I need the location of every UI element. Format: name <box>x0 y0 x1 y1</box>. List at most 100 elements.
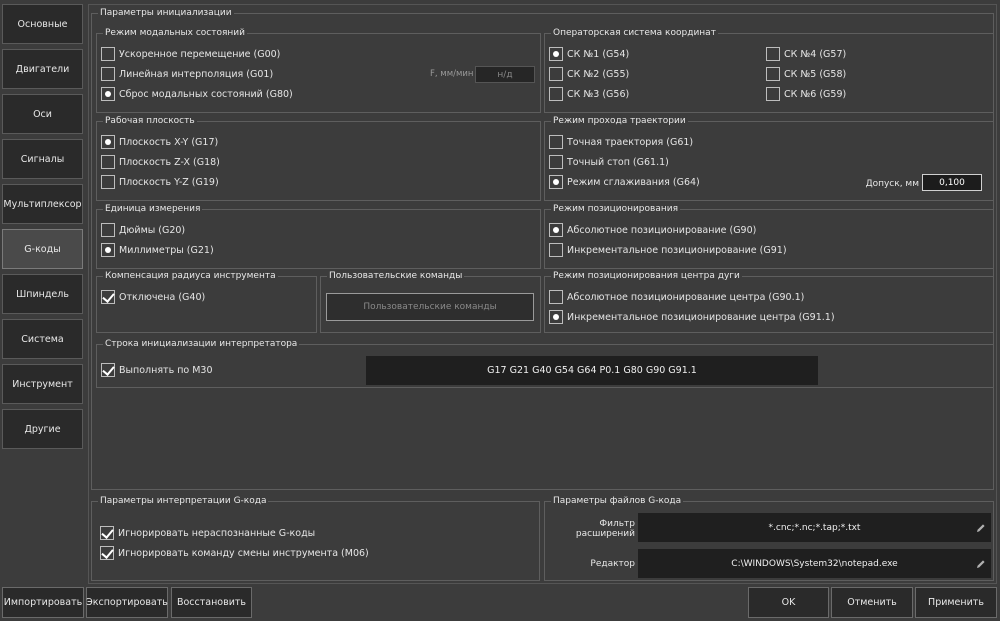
pencil-icon[interactable] <box>976 559 986 569</box>
radio-button[interactable] <box>766 87 780 101</box>
init-string-input[interactable]: G17 G21 G40 G54 G64 P0.1 G80 G90 G91.1 <box>366 356 818 385</box>
sidebar-item-other[interactable]: Другие <box>2 409 83 449</box>
filter-label: Фильтр расширений <box>575 519 635 539</box>
editor-label: Редактор <box>590 559 635 569</box>
radius-comp-group: Компенсация радиуса инструмента Отключен… <box>96 271 317 333</box>
g911-radio[interactable]: Инкрементальное позиционирование центра … <box>549 309 835 325</box>
g17-radio[interactable]: Плоскость X-Y (G17) <box>101 134 218 150</box>
positioning-title: Режим позиционирования <box>551 204 680 215</box>
sidebar-item-motors[interactable]: Двигатели <box>2 49 83 89</box>
work-plane-title: Рабочая плоскость <box>103 116 197 127</box>
radio-button[interactable] <box>549 175 563 189</box>
g61-radio[interactable]: Точная траектория (G61) <box>549 134 693 150</box>
radio-button[interactable] <box>101 47 115 61</box>
g611-radio[interactable]: Точный стоп (G61.1) <box>549 154 669 170</box>
sidebar-item-system[interactable]: Система <box>2 319 83 359</box>
g21-radio[interactable]: Миллиметры (G21) <box>101 242 214 258</box>
apply-button[interactable]: Применить <box>915 587 997 618</box>
sidebar-item-multiplexer[interactable]: Мультиплексор <box>2 184 83 224</box>
custom-commands-title: Пользовательские команды <box>327 271 465 282</box>
radio-button[interactable] <box>101 135 115 149</box>
radio-button[interactable] <box>766 67 780 81</box>
ok-button[interactable]: OK <box>748 587 829 618</box>
modal-states-title: Режим модальных состояний <box>103 28 247 39</box>
radio-button[interactable] <box>549 243 563 257</box>
g56-radio[interactable]: СК №3 (G56) <box>549 86 629 102</box>
export-button[interactable]: Экспортировать <box>86 587 168 618</box>
sidebar-item-tool[interactable]: Инструмент <box>2 364 83 404</box>
editor-input[interactable]: C:\WINDOWS\System32\notepad.exe <box>638 549 991 578</box>
g19-radio[interactable]: Плоскость Y-Z (G19) <box>101 174 219 190</box>
m30-checkbox[interactable]: Выполнять по M30 <box>101 362 213 378</box>
radio-button[interactable] <box>101 155 115 169</box>
radio-button[interactable] <box>101 175 115 189</box>
g01-radio[interactable]: Линейная интерполяция (G01) <box>101 66 273 82</box>
tolerance-label: Допуск, мм <box>865 179 919 189</box>
init-params-title: Параметры инициализации <box>98 8 234 19</box>
checkbox[interactable] <box>100 526 114 540</box>
g91-radio[interactable]: Инкрементальное позиционирование (G91) <box>549 242 787 258</box>
import-button[interactable]: Импортировать <box>2 587 84 618</box>
units-group: Единица измерения Дюймы (G20) Миллиметры… <box>96 204 541 269</box>
g80-radio[interactable]: Сброс модальных состояний (G80) <box>101 86 293 102</box>
checkbox[interactable] <box>100 546 114 560</box>
sidebar-item-gcodes[interactable]: G-коды <box>2 229 83 269</box>
g20-radio[interactable]: Дюймы (G20) <box>101 222 185 238</box>
radius-comp-title: Компенсация радиуса инструмента <box>103 271 278 282</box>
radio-button[interactable] <box>101 87 115 101</box>
radio-button[interactable] <box>101 243 115 257</box>
positioning-group: Режим позиционирования Абсолютное позици… <box>544 204 994 269</box>
radio-button[interactable] <box>549 87 563 101</box>
g00-radio[interactable]: Ускоренное перемещение (G00) <box>101 46 280 62</box>
pencil-icon[interactable] <box>976 523 986 533</box>
work-plane-group: Рабочая плоскость Плоскость X-Y (G17) Пл… <box>96 116 541 201</box>
file-params-title: Параметры файлов G-кода <box>551 496 684 507</box>
g55-radio[interactable]: СК №2 (G55) <box>549 66 629 82</box>
init-string-title: Строка инициализации интерпретатора <box>103 339 300 350</box>
arc-center-title: Режим позиционирования центра дуги <box>551 271 742 282</box>
sidebar-item-spindle[interactable]: Шпиндель <box>2 274 83 314</box>
filter-input[interactable]: *.cnc;*.nc;*.tap;*.txt <box>638 513 991 542</box>
editor-value: C:\WINDOWS\System32\notepad.exe <box>731 558 898 569</box>
sidebar: Основные Двигатели Оси Сигналы Мультипле… <box>0 0 86 621</box>
radio-button[interactable] <box>549 223 563 237</box>
g18-radio[interactable]: Плоскость Z-X (G18) <box>101 154 220 170</box>
g90-radio[interactable]: Абсолютное позиционирование (G90) <box>549 222 756 238</box>
ignore-unknown-checkbox[interactable]: Игнорировать нераспознанные G-коды <box>100 525 315 541</box>
sidebar-item-basic[interactable]: Основные <box>2 4 83 44</box>
radio-button[interactable] <box>549 155 563 169</box>
feed-input[interactable]: н/д <box>475 66 535 83</box>
sidebar-item-signals[interactable]: Сигналы <box>2 139 83 179</box>
g54-radio[interactable]: СК №1 (G54) <box>549 46 629 62</box>
settings-panel: Параметры инициализации Режим модальных … <box>88 4 997 584</box>
custom-commands-button[interactable]: Пользовательские команды <box>326 293 534 321</box>
tolerance-input[interactable]: 0,100 <box>922 174 982 191</box>
interp-params-title: Параметры интерпретации G-кода <box>98 496 269 507</box>
units-title: Единица измерения <box>103 204 203 215</box>
g59-radio[interactable]: СК №6 (G59) <box>766 86 846 102</box>
g901-radio[interactable]: Абсолютное позиционирование центра (G90.… <box>549 289 804 305</box>
ignore-m06-checkbox[interactable]: Игнорировать команду смены инструмента (… <box>100 545 369 561</box>
radio-button[interactable] <box>549 47 563 61</box>
g64-radio[interactable]: Режим сглаживания (G64) <box>549 174 700 190</box>
coord-system-title: Операторская система координат <box>551 28 718 39</box>
custom-commands-group: Пользовательские команды Пользовательски… <box>320 271 541 333</box>
file-params-group: Параметры файлов G-кода Фильтр расширени… <box>544 496 994 581</box>
restore-button[interactable]: Восстановить <box>171 587 252 618</box>
radio-button[interactable] <box>549 135 563 149</box>
modal-states-group: Режим модальных состояний Ускоренное пер… <box>96 28 541 113</box>
g57-radio[interactable]: СК №4 (G57) <box>766 46 846 62</box>
radio-button[interactable] <box>101 223 115 237</box>
radio-button[interactable] <box>549 310 563 324</box>
cancel-button[interactable]: Отменить <box>831 587 913 618</box>
path-mode-group: Режим прохода траектории Точная траектор… <box>544 116 994 201</box>
radio-button[interactable] <box>549 290 563 304</box>
radio-button[interactable] <box>549 67 563 81</box>
sidebar-item-axes[interactable]: Оси <box>2 94 83 134</box>
radio-button[interactable] <box>101 67 115 81</box>
g58-radio[interactable]: СК №5 (G58) <box>766 66 846 82</box>
checkbox[interactable] <box>101 290 115 304</box>
checkbox[interactable] <box>101 363 115 377</box>
radio-button[interactable] <box>766 47 780 61</box>
g40-checkbox[interactable]: Отключена (G40) <box>101 289 205 305</box>
